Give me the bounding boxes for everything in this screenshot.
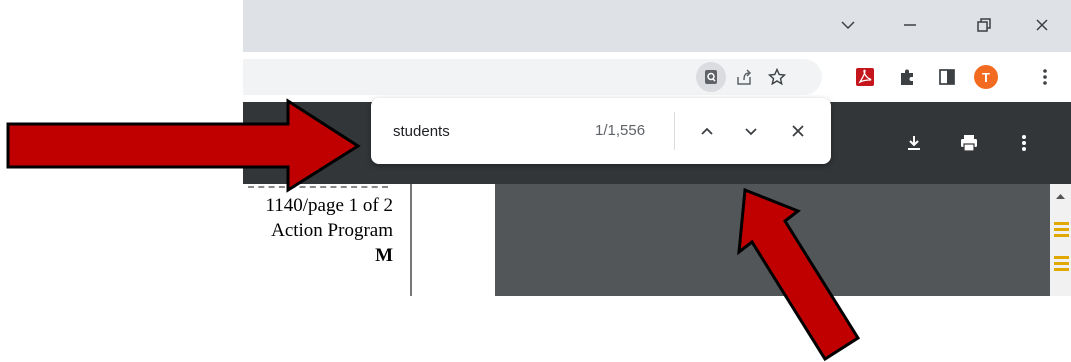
annotation-overlay <box>6 98 861 362</box>
arrow-right-annotation <box>6 98 361 193</box>
arrow-up-annotation <box>737 187 861 362</box>
